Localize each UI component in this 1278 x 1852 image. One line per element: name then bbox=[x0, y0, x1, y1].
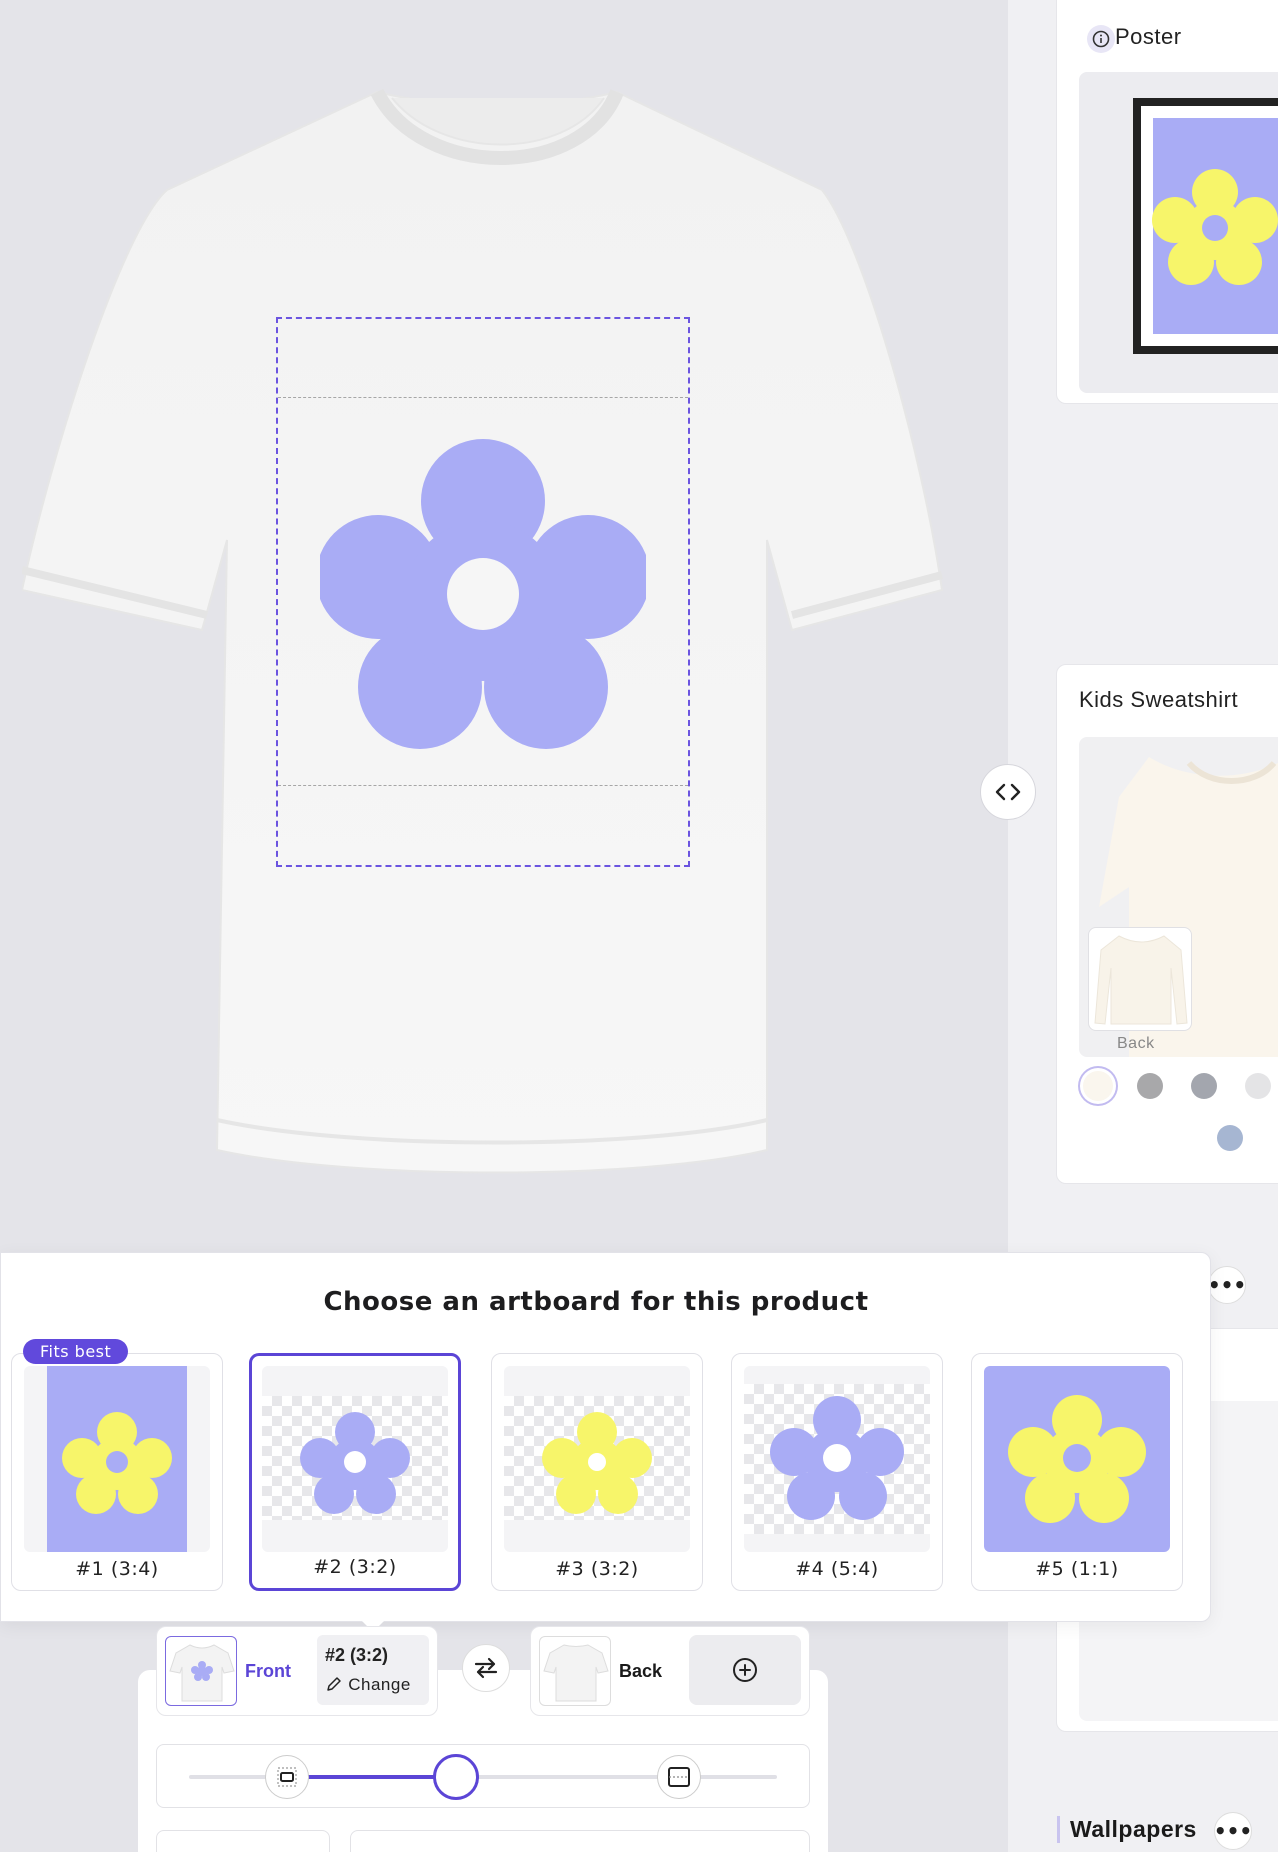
scale-slider[interactable] bbox=[156, 1744, 810, 1808]
color-swatch-grey[interactable] bbox=[1137, 1073, 1163, 1099]
chooser-title: Choose an artboard for this product bbox=[323, 1287, 869, 1317]
artboard-thumbnail bbox=[24, 1366, 210, 1552]
print-area[interactable] bbox=[276, 317, 690, 867]
current-artboard-label: #2 (3:2) bbox=[325, 1645, 389, 1665]
position-control[interactable] bbox=[156, 1830, 330, 1852]
artboard-label: #1 (3:4) bbox=[75, 1558, 159, 1580]
add-design-button[interactable] bbox=[689, 1635, 801, 1705]
info-icon[interactable] bbox=[1087, 25, 1115, 53]
artboard-label: #3 (3:2) bbox=[555, 1558, 639, 1580]
back-thumbnail[interactable] bbox=[539, 1636, 611, 1706]
artboard-thumbnail bbox=[744, 1366, 930, 1552]
fill-area-icon[interactable] bbox=[657, 1755, 701, 1799]
front-label: Front bbox=[245, 1661, 291, 1681]
artboard-label: #5 (1:1) bbox=[1035, 1558, 1119, 1580]
artboard-option-4[interactable]: #4 (5:4) bbox=[731, 1353, 943, 1591]
artboard-option-1[interactable]: #1 (3:4) bbox=[11, 1353, 223, 1591]
kids-sweatshirt-card[interactable]: Kids Sweatshirt Back bbox=[1056, 664, 1278, 1184]
back-side-selector[interactable]: Back bbox=[530, 1626, 810, 1716]
slider-fill bbox=[283, 1775, 457, 1779]
artboard-option-3[interactable]: #3 (3:2) bbox=[491, 1353, 703, 1591]
front-thumbnail[interactable] bbox=[165, 1636, 237, 1706]
safe-area-guide-top bbox=[278, 397, 688, 398]
wallpapers-more-button[interactable]: ••• bbox=[1214, 1812, 1252, 1850]
back-label: Back bbox=[619, 1661, 663, 1681]
color-swatch-light-grey[interactable] bbox=[1245, 1073, 1271, 1099]
more-options-button[interactable]: ••• bbox=[1208, 1266, 1246, 1304]
fit-inside-icon[interactable] bbox=[265, 1755, 309, 1799]
color-swatch-blue[interactable] bbox=[1217, 1125, 1243, 1151]
artboard-thumbnail bbox=[504, 1366, 690, 1552]
artboard-chooser-popup: Choose an artboard for this product #1 (… bbox=[0, 1252, 1211, 1622]
change-artboard-button[interactable]: #2 (3:2) Change bbox=[317, 1635, 429, 1705]
safe-area-guide-bottom bbox=[278, 785, 688, 786]
toggle-panel-button[interactable] bbox=[980, 764, 1036, 820]
poster-card[interactable]: Poster bbox=[1056, 0, 1278, 404]
artboard-option-2[interactable]: #2 (3:2) bbox=[249, 1353, 461, 1591]
artboard-thumbnail bbox=[984, 1366, 1170, 1552]
color-swatch-slate[interactable] bbox=[1191, 1073, 1217, 1099]
sweatshirt-back-thumbnail[interactable] bbox=[1088, 927, 1192, 1031]
fits-best-badge: Fits best bbox=[23, 1339, 129, 1364]
front-side-selector[interactable]: Front #2 (3:2) Change bbox=[156, 1626, 438, 1716]
kids-sweatshirt-title: Kids Sweatshirt bbox=[1079, 687, 1239, 712]
artboard-label: #2 (3:2) bbox=[313, 1556, 397, 1578]
code-chevrons-icon bbox=[995, 783, 1021, 801]
swap-arrows-icon bbox=[474, 1657, 498, 1679]
artboard-option-5[interactable]: #5 (1:1) bbox=[971, 1353, 1183, 1591]
plus-circle-icon bbox=[733, 1658, 757, 1682]
color-swatch-cream[interactable] bbox=[1083, 1071, 1113, 1101]
pencil-icon bbox=[327, 1677, 341, 1691]
flower-artwork[interactable] bbox=[320, 431, 646, 751]
wallpapers-section-title: Wallpapers bbox=[1057, 1816, 1197, 1843]
swap-sides-button[interactable] bbox=[462, 1644, 510, 1692]
alignment-control[interactable] bbox=[350, 1830, 810, 1852]
sweatshirt-back-label: Back bbox=[1117, 1035, 1155, 1052]
slider-knob[interactable] bbox=[433, 1754, 479, 1800]
poster-title: Poster bbox=[1115, 24, 1182, 49]
artboard-thumbnail bbox=[262, 1366, 448, 1552]
poster-preview[interactable] bbox=[1079, 72, 1278, 393]
change-label: Change bbox=[325, 1675, 411, 1695]
artboard-label: #4 (5:4) bbox=[795, 1558, 879, 1580]
